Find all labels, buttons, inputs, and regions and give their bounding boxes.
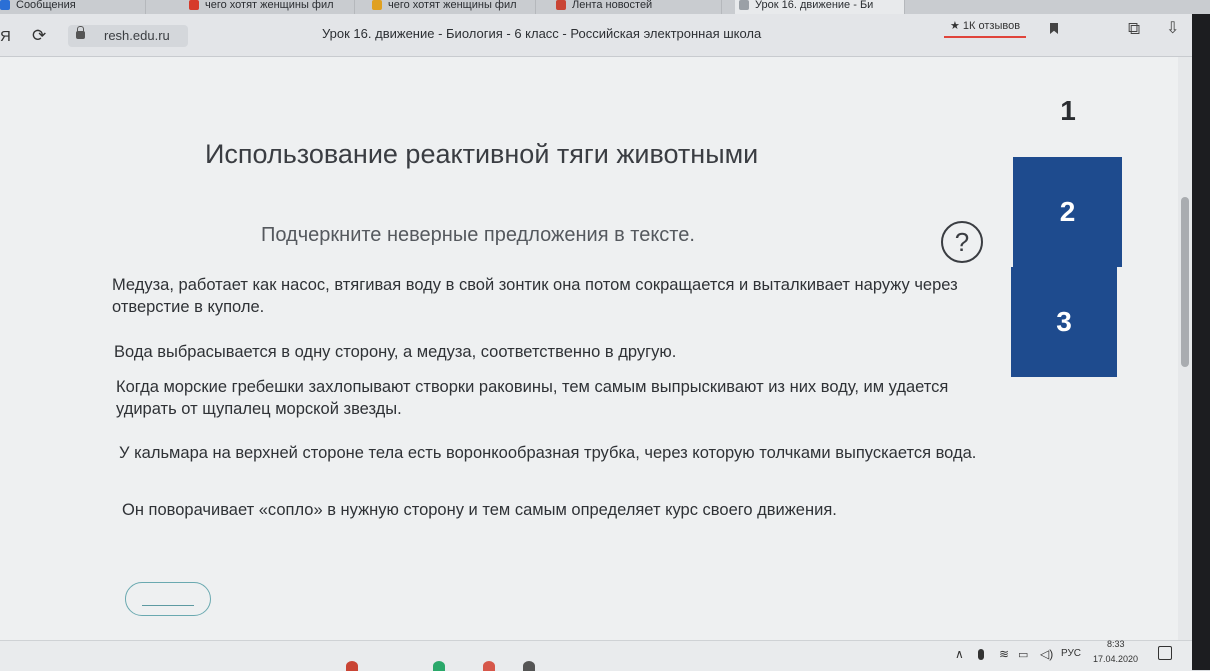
sentence-3[interactable]: Когда морские гребешки захлопывают створ…	[116, 376, 976, 420]
tab-label: чего хотят женщины фил	[205, 0, 334, 11]
tab-search-2[interactable]: чего хотят женщины фил	[368, 0, 536, 14]
yandex-home-button[interactable]: Я	[0, 28, 11, 45]
microphone-icon[interactable]	[978, 649, 984, 660]
messages-icon	[0, 0, 10, 10]
lesson-heading: Использование реактивной тяги животными	[205, 139, 759, 169]
tab-label: Урок 16. движение - Би	[755, 0, 874, 11]
page-scrollbar[interactable]	[1178, 57, 1192, 640]
answer-button[interactable]	[125, 582, 211, 616]
scroll-thumb[interactable]	[1181, 197, 1189, 367]
step-2-button[interactable]: 2	[1013, 157, 1122, 267]
sentence-2[interactable]: Вода выбрасывается в одну сторону, а мед…	[114, 341, 974, 363]
answer-underline	[142, 605, 194, 606]
clock-time[interactable]: 8:33	[1107, 639, 1125, 649]
clock-date[interactable]: 17.04.2020	[1093, 654, 1138, 664]
sentence-1[interactable]: Медуза, работает как насос, втягивая вод…	[112, 274, 972, 318]
news-icon	[556, 0, 566, 10]
step-1-button[interactable]: 1	[1040, 81, 1096, 141]
language-indicator[interactable]: РУС	[1061, 648, 1081, 659]
screen-bezel	[1192, 14, 1210, 670]
yandex-icon	[189, 0, 199, 10]
tab-lesson[interactable]: Урок 16. движение - Би	[735, 0, 905, 14]
volume-icon[interactable]: ◁)	[1040, 647, 1053, 661]
sentence-4[interactable]: У кальмара на верхней стороне тела есть …	[119, 442, 979, 464]
tab-label: Сообщения	[16, 0, 76, 11]
site-icon	[739, 0, 749, 10]
page-title: Урок 16. движение - Биология - 6 класс -…	[322, 26, 762, 41]
tab-strip: Сообщения чего хотят женщины фил чего хо…	[0, 0, 1210, 14]
notifications-icon[interactable]	[1158, 646, 1172, 660]
tab-news[interactable]: Лента новостей	[552, 0, 722, 14]
battery-icon[interactable]: ▭	[1018, 648, 1028, 661]
task-instruction: Подчеркните неверные предложения в текст…	[261, 224, 695, 246]
lock-icon	[76, 26, 85, 39]
video-icon	[372, 0, 382, 10]
browser-toolbar: Я ⟳ resh.edu.ru Урок 16. движение - Биол…	[0, 14, 1210, 57]
download-icon[interactable]: ⇩	[1166, 18, 1179, 38]
help-button[interactable]: ?	[941, 221, 983, 263]
chevron-up-icon[interactable]: ∧	[955, 647, 964, 661]
address-bar[interactable]: resh.edu.ru	[68, 25, 188, 47]
tab-label: Лента новостей	[572, 0, 653, 11]
address-domain: resh.edu.ru	[104, 28, 170, 43]
network-icon[interactable]: ≋	[999, 647, 1009, 661]
reviews-button[interactable]: ★ 1К отзывов	[944, 18, 1027, 38]
sentence-5[interactable]: Он поворачивает «сопло» в нужную сторону…	[122, 499, 982, 521]
extensions-icon[interactable]: ⧉	[1128, 19, 1140, 39]
os-taskbar: ∧ ≋ ▭ ◁) РУС 8:33 17.04.2020	[0, 639, 1192, 671]
tab-messages[interactable]: Сообщения	[0, 0, 146, 14]
tab-label: чего хотят женщины фил	[388, 0, 517, 11]
reload-icon[interactable]: ⟳	[32, 26, 46, 46]
tab-search-1[interactable]: чего хотят женщины фил	[185, 0, 355, 14]
bookmark-icon[interactable]	[1050, 23, 1058, 34]
page-content: 1 2 3 Использование реактивной тяги живо…	[0, 57, 1178, 640]
step-3-button[interactable]: 3	[1011, 267, 1117, 377]
